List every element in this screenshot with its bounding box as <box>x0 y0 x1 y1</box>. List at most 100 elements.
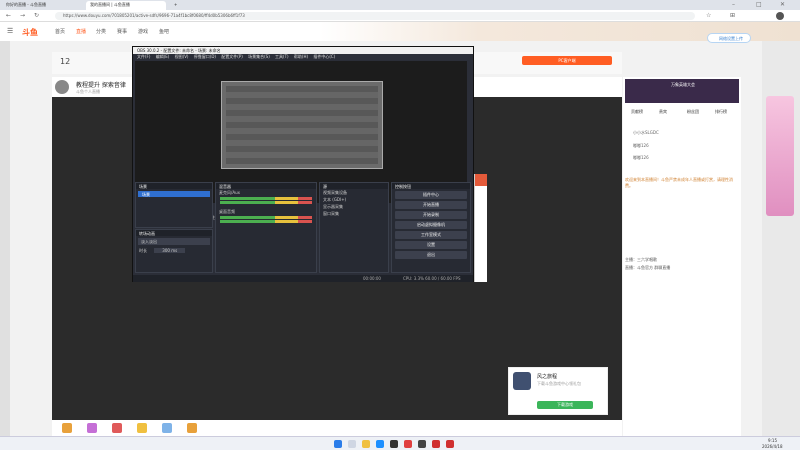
scene-item[interactable]: 场景 <box>138 191 210 197</box>
menu-help[interactable]: 帮助(H) <box>294 54 308 59</box>
forward-icon[interactable]: → <box>20 12 25 19</box>
menu-profile[interactable]: 配置文件(P) <box>221 54 243 59</box>
room-title: 教程提升 探索音律 <box>76 82 126 89</box>
app-icon[interactable] <box>432 440 440 448</box>
game-card[interactable]: 风之旅程 下载斗鱼游戏中心领礼包 下载游戏 <box>508 367 608 415</box>
nav-events[interactable]: 赛事 <box>117 28 127 35</box>
profile-avatar[interactable] <box>776 12 784 20</box>
controls-dock: 控制按钮 插件中心 开始直播 开始录制 启动虚拟摄像机 工作室模式 设置 退出 <box>391 182 471 273</box>
plugin-center-button[interactable]: 插件中心 <box>395 191 467 199</box>
nav-fishbar[interactable]: 鱼吧 <box>159 28 169 35</box>
nested-screenshot <box>226 86 378 164</box>
user-row[interactable]: 嘟嘟126 <box>633 143 649 149</box>
nav-live[interactable]: 直播 <box>76 28 86 35</box>
mixer-track-name: 麦克风/Aux <box>219 190 240 195</box>
obs-window[interactable]: OBS 30.0.2 - 配置文件: 未命名 - 场景: 未命名 文件(F) 编… <box>132 46 474 282</box>
start-recording-button[interactable]: 开始录制 <box>395 211 467 219</box>
site-header: ☰ 斗鱼 首页 直播 分类 赛事 游戏 鱼吧 <box>0 22 800 41</box>
controls-header: 控制按钮 <box>392 183 470 189</box>
search-icon[interactable] <box>348 440 356 448</box>
chat-tab[interactable]: 排行榜 <box>715 109 727 115</box>
browser-tab-active[interactable]: 我的直播间 | 斗鱼直播 <box>86 1 166 10</box>
chat-message: 主播：三六学唱歌 <box>625 257 657 262</box>
volume-meter <box>220 201 312 204</box>
exit-button[interactable]: 退出 <box>395 251 467 259</box>
duration-input[interactable]: 300 ms <box>154 248 186 253</box>
download-button[interactable]: 下载游戏 <box>537 401 593 409</box>
app-icon[interactable] <box>404 440 412 448</box>
edge-icon[interactable] <box>376 440 384 448</box>
start-icon[interactable] <box>334 440 342 448</box>
clock-time: 9:15 <box>768 438 777 443</box>
url-input[interactable]: https://www.douyu.com/701805201/active-s… <box>55 12 695 20</box>
nav-games[interactable]: 游戏 <box>138 28 148 35</box>
extensions-icon[interactable]: ⊞ <box>730 12 735 19</box>
source-item[interactable]: 视频采集设备 <box>320 189 388 196</box>
menu-file[interactable]: 文件(F) <box>137 54 150 59</box>
clock-date: 2026/4/18 <box>762 444 783 449</box>
refresh-icon[interactable]: ↻ <box>34 12 39 19</box>
menu-view[interactable]: 视图(V) <box>175 54 189 59</box>
scenes-dock: 场景 场景 <box>135 182 213 228</box>
chat-tab[interactable]: 贡献榜 <box>631 109 643 115</box>
left-sidebar <box>0 41 10 436</box>
source-item[interactable]: 文本 (GDI+) <box>320 196 388 203</box>
right-sidebar <box>762 41 800 436</box>
app-icon[interactable] <box>418 440 426 448</box>
gift-icon[interactable] <box>112 423 122 433</box>
volume-meter <box>220 216 312 219</box>
chat-tab[interactable]: 粉丝团 <box>687 109 699 115</box>
back-icon[interactable]: ← <box>6 12 11 19</box>
avatar[interactable] <box>55 80 69 94</box>
gift-icon[interactable] <box>87 423 97 433</box>
pc-client-button[interactable]: PC客户端 <box>522 56 612 65</box>
menu-plugins[interactable]: 插件中心(C) <box>313 54 335 59</box>
obs-icon[interactable] <box>390 440 398 448</box>
nav-home[interactable]: 首页 <box>55 28 65 35</box>
close-icon[interactable]: ✕ <box>780 1 785 8</box>
cpu-fps-status: CPU: 3.3% 60.00 / 60.00 FPS <box>403 276 461 281</box>
chat-tab[interactable]: 贵宾 <box>659 109 667 115</box>
folder-icon[interactable] <box>362 440 370 448</box>
start-streaming-button[interactable]: 开始直播 <box>395 201 467 209</box>
game-icon <box>513 372 531 390</box>
user-row[interactable]: 小小水SLGDC <box>633 130 659 136</box>
gift-icon[interactable] <box>62 423 72 433</box>
virtual-camera-button[interactable]: 启动虚拟摄像机 <box>395 221 467 229</box>
float-header[interactable] <box>475 174 487 186</box>
chat-notice: 欢迎来到本直播间！斗鱼严禁未成年人直播或打赏，请理性消费。 <box>625 177 733 188</box>
menu-edit[interactable]: 编辑(E) <box>156 54 170 59</box>
gift-icon[interactable] <box>162 423 172 433</box>
menu-tools[interactable]: 工具(T) <box>275 54 289 59</box>
event-banner[interactable]: 万象英雄大会 <box>625 79 739 103</box>
volume-meter <box>220 220 312 223</box>
chat-message: 直播：斗鱼官方 群聊直播 <box>625 265 671 270</box>
menu-icon[interactable]: ☰ <box>7 27 13 35</box>
site-logo[interactable]: 斗鱼 <box>22 27 38 38</box>
user-row[interactable]: 嘟嘟126 <box>633 155 649 161</box>
menu-docks[interactable]: 停靠窗口(D) <box>194 54 216 59</box>
star-icon[interactable]: ☆ <box>706 12 711 19</box>
preview-capture <box>221 81 383 169</box>
browser-tab[interactable]: 你好的直播 - 斗鱼直播 <box>2 1 82 10</box>
menu-scene-collection[interactable]: 场景集合(S) <box>248 54 270 59</box>
side-float-panel <box>474 174 487 282</box>
maximize-icon[interactable]: □ <box>756 1 762 8</box>
level-number: 12 <box>60 57 71 66</box>
volume-meter <box>220 197 312 200</box>
studio-mode-button[interactable]: 工作室模式 <box>395 231 467 239</box>
room-subtitle: 斗鱼个人直播 <box>76 89 100 94</box>
minimize-icon[interactable]: – <box>732 1 735 8</box>
upload-button[interactable]: 网络设置上传 <box>707 33 751 43</box>
nav-category[interactable]: 分类 <box>96 28 106 35</box>
app-icon[interactable] <box>446 440 454 448</box>
transition-select[interactable]: 淡入淡出 <box>138 238 210 245</box>
address-bar: ← → ↻ https://www.douyu.com/701805201/ac… <box>0 10 800 22</box>
source-item[interactable]: 显示器采集 <box>320 203 388 210</box>
promo-banner[interactable] <box>766 96 794 216</box>
gift-icon[interactable] <box>137 423 147 433</box>
new-tab-button[interactable]: + <box>170 1 180 10</box>
settings-button[interactable]: 设置 <box>395 241 467 249</box>
gift-icon[interactable] <box>187 423 197 433</box>
source-item[interactable]: 窗口采集 <box>320 210 388 217</box>
